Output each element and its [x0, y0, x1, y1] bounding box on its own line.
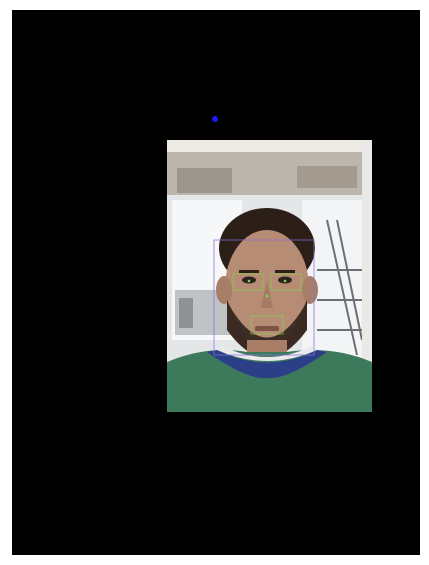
selfie-drawing — [167, 140, 372, 412]
blue-marker-dot — [212, 116, 218, 122]
camera-view — [12, 10, 420, 555]
selfie-photo — [167, 140, 372, 412]
